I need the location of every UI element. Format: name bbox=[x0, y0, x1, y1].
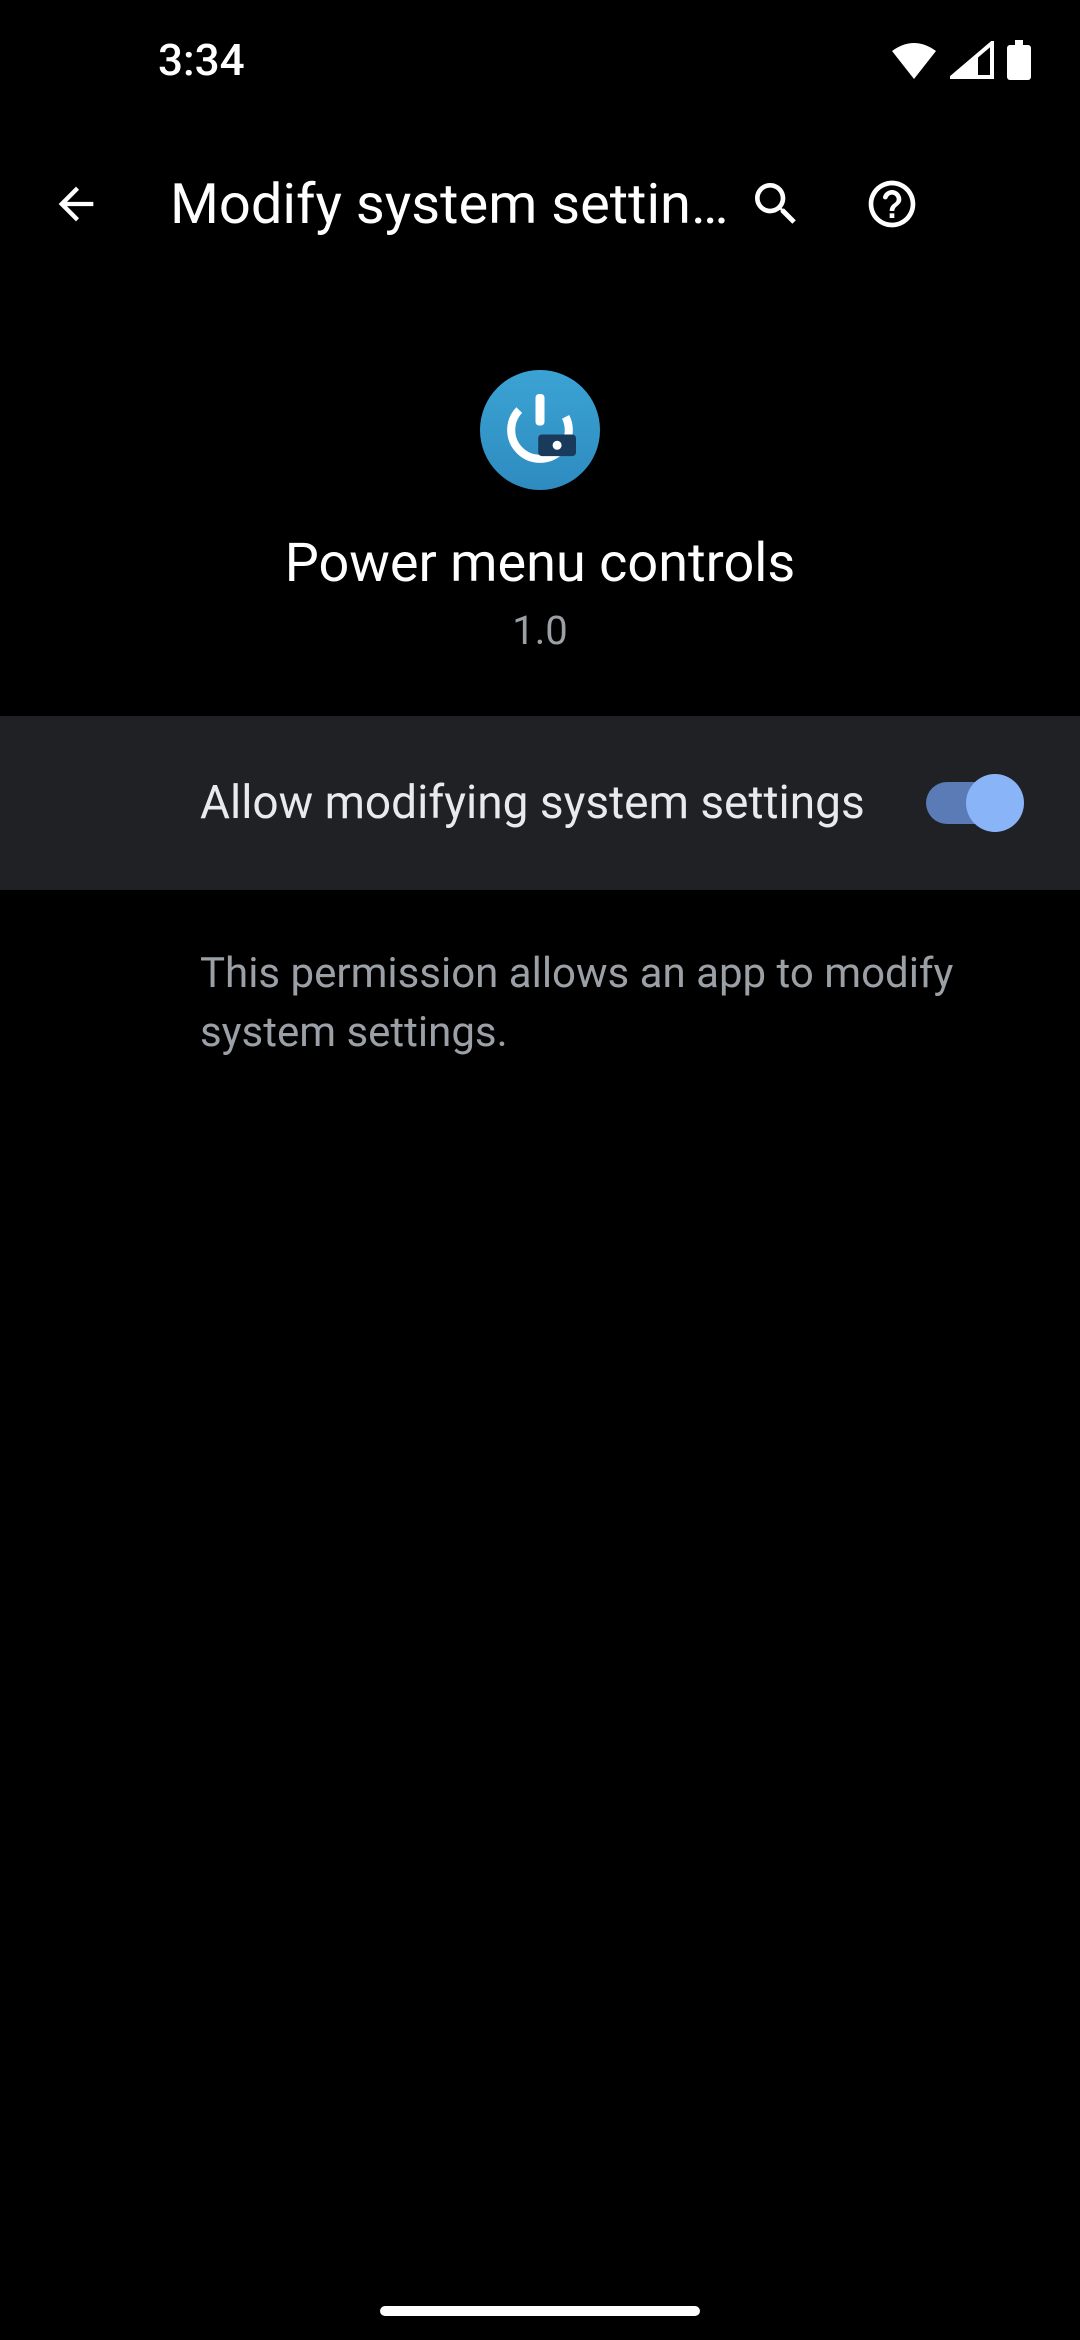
app-name: Power menu controls bbox=[285, 532, 796, 595]
back-button[interactable] bbox=[40, 168, 112, 240]
help-button[interactable] bbox=[856, 168, 928, 240]
status-time: 3:34 bbox=[158, 34, 245, 86]
cellular-icon bbox=[950, 41, 994, 79]
permission-toggle-row[interactable]: Allow modifying system settings bbox=[0, 716, 1080, 890]
toggle-thumb bbox=[966, 774, 1024, 832]
status-bar: 3:34 bbox=[0, 0, 1080, 120]
app-bar: Modify system settin… bbox=[0, 120, 1080, 288]
permission-description: This permission allows an app to modify … bbox=[0, 890, 1080, 1063]
navigation-handle[interactable] bbox=[380, 2306, 700, 2316]
permission-toggle[interactable] bbox=[926, 779, 1020, 827]
app-version: 1.0 bbox=[512, 607, 568, 654]
app-info-section: Power menu controls 1.0 bbox=[0, 288, 1080, 716]
page-title: Modify system settin… bbox=[170, 171, 740, 237]
app-icon bbox=[480, 370, 600, 490]
power-icon bbox=[495, 385, 585, 475]
battery-icon bbox=[1006, 40, 1032, 80]
wifi-icon bbox=[890, 41, 938, 79]
status-icons bbox=[890, 40, 1032, 80]
help-icon bbox=[864, 176, 920, 232]
permission-label: Allow modifying system settings bbox=[200, 776, 865, 830]
search-button[interactable] bbox=[740, 168, 812, 240]
arrow-back-icon bbox=[50, 178, 102, 230]
search-icon bbox=[748, 176, 804, 232]
